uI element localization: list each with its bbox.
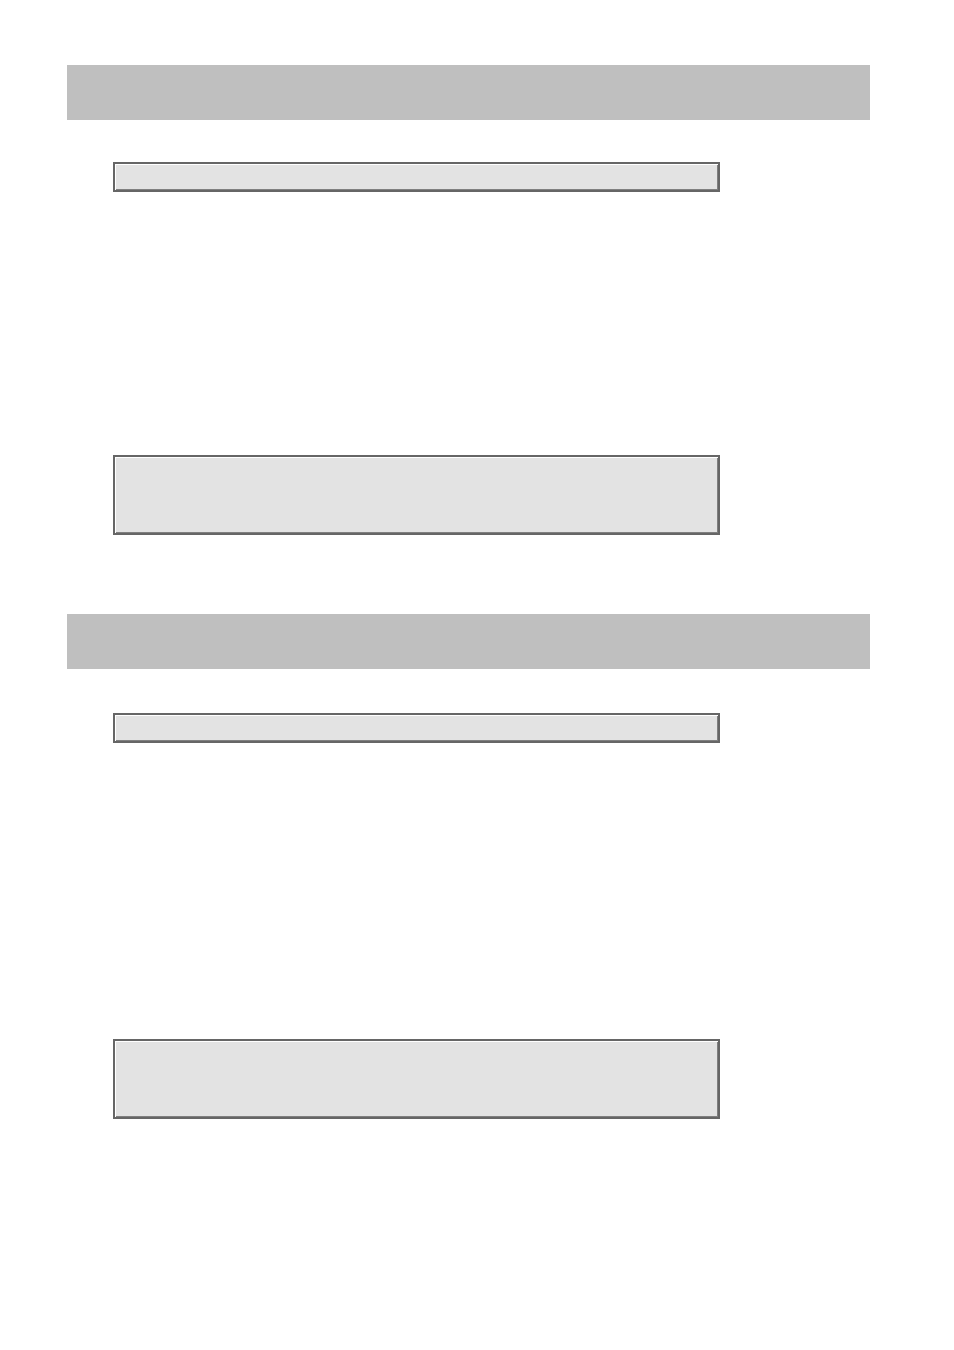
input-large-2[interactable] <box>113 1039 720 1119</box>
section-header-2 <box>67 614 870 669</box>
input-small-2[interactable] <box>113 713 720 743</box>
input-small-1[interactable] <box>113 162 720 192</box>
section-header-1 <box>67 65 870 120</box>
form-page <box>0 0 954 1350</box>
input-large-1[interactable] <box>113 455 720 535</box>
